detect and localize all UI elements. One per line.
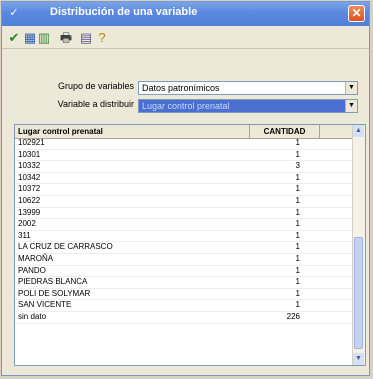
vertical-scrollbar[interactable]: ▲ ▼	[352, 125, 365, 365]
cell-lugar: PANDO	[18, 265, 46, 275]
column-header-cantidad[interactable]: CANTIDAD	[250, 125, 320, 138]
table-row[interactable]: 10342 1	[15, 173, 354, 185]
variable-select[interactable]: Lugar control prenatal ▼	[138, 99, 358, 113]
cell-cantidad: 1	[295, 230, 300, 240]
cell-cantidad: 1	[295, 184, 300, 194]
toolbar: ✔ ▦ ▥ 🖶 ▤?	[2, 28, 369, 49]
cell-lugar: sin dato	[18, 311, 47, 321]
cell-cantidad: 1	[295, 277, 300, 287]
cell-lugar: 10301	[18, 149, 41, 159]
window-menu-icon[interactable]: ✓	[8, 7, 20, 19]
table-row[interactable]: 10622 1	[15, 196, 354, 208]
cell-lugar: 10372	[18, 184, 41, 194]
cell-cantidad: 1	[295, 242, 300, 252]
cell-lugar: LA CRUZ DE CARRASCO	[18, 242, 113, 252]
chevron-down-icon[interactable]: ▼	[345, 100, 357, 112]
cell-cantidad: 1	[295, 265, 300, 275]
cell-cantidad: 1	[295, 288, 300, 298]
cell-lugar: MAROÑA	[18, 253, 54, 263]
table-row[interactable]: SAN VICENTE 1	[15, 300, 354, 312]
table-row[interactable]: 311 1	[15, 231, 354, 243]
cell-cantidad: 1	[295, 219, 300, 229]
table-row[interactable]: 10332 3	[15, 161, 354, 173]
scroll-up-icon[interactable]: ▲	[353, 125, 364, 137]
chevron-down-icon[interactable]: ▼	[345, 82, 357, 94]
grupo-select-value: Datos patronímicos	[142, 83, 220, 93]
table-row[interactable]: 13999 1	[15, 208, 354, 220]
cell-cantidad: 1	[295, 253, 300, 263]
close-button[interactable]: ✕	[348, 5, 365, 22]
cell-lugar: 311	[18, 230, 31, 240]
table-header: Lugar control prenatal CANTIDAD	[15, 125, 354, 139]
table-row[interactable]: sin dato 226	[15, 312, 354, 324]
cell-lugar: 102921	[18, 138, 45, 147]
cell-lugar: 13999	[18, 207, 41, 217]
table-row[interactable]: 2002 1	[15, 219, 354, 231]
cell-cantidad: 1	[295, 207, 300, 217]
table-row[interactable]: LA CRUZ DE CARRASCO 1	[15, 242, 354, 254]
table-row[interactable]: POLI DE SOLYMAR 1	[15, 289, 354, 301]
help-icon[interactable]: ?	[94, 30, 110, 46]
cell-cantidad: 1	[295, 138, 300, 147]
table-row[interactable]: 102921 1	[15, 138, 354, 150]
table-row[interactable]: PANDO 1	[15, 266, 354, 278]
cell-cantidad: 1	[295, 300, 300, 310]
cell-lugar: SAN VICENTE	[18, 300, 72, 310]
grupo-select[interactable]: Datos patronímicos ▼	[138, 81, 358, 95]
cell-lugar: PIEDRAS BLANCA	[18, 277, 88, 287]
distribution-window: ✓ Distribución de una variable ✕ ✔ ▦ ▥ 🖶 ▤? …	[1, 1, 370, 376]
column-header-lugar[interactable]: Lugar control prenatal	[15, 125, 250, 138]
cell-cantidad: 226	[286, 311, 300, 321]
cell-lugar: 2002	[18, 219, 36, 229]
print-icon[interactable]: 🖶	[58, 30, 74, 46]
scrollbar-thumb[interactable]	[354, 237, 363, 349]
variable-label: Variable a distribuir	[57, 99, 134, 109]
title-bar[interactable]: ✓ Distribución de una variable ✕	[2, 2, 369, 26]
grupo-label: Grupo de variables	[57, 81, 134, 91]
cell-cantidad: 1	[295, 195, 300, 205]
table-row[interactable]: 10301 1	[15, 150, 354, 162]
scroll-down-icon[interactable]: ▼	[353, 353, 364, 365]
check-icon[interactable]: ✔	[6, 30, 22, 46]
distribution-table[interactable]: Lugar control prenatal CANTIDAD 102921 1 1…	[14, 124, 366, 366]
table-row[interactable]: 10372 1	[15, 184, 354, 196]
window-title: Distribución de una variable	[50, 6, 198, 18]
chart-icon[interactable]: ▥	[36, 30, 52, 46]
variable-select-value: Lugar control prenatal	[142, 101, 230, 111]
cell-lugar: 10332	[18, 161, 41, 171]
cell-lugar: 10342	[18, 172, 41, 182]
cell-cantidad: 3	[295, 161, 300, 171]
export-icon[interactable]: ▤	[78, 30, 94, 46]
table-row[interactable]: PIEDRAS BLANCA 1	[15, 277, 354, 289]
table-body: 102921 1 10301 1 10332 3 10342 1 10372 1 10622 1 139…	[15, 138, 354, 324]
form-area: Grupo de variables Datos patronímicos ▼ …	[2, 62, 369, 122]
cell-cantidad: 1	[295, 149, 300, 159]
cell-lugar: 10622	[18, 195, 41, 205]
table-row[interactable]: MAROÑA 1	[15, 254, 354, 266]
cell-cantidad: 1	[295, 172, 300, 182]
cell-lugar: POLI DE SOLYMAR	[18, 288, 91, 298]
